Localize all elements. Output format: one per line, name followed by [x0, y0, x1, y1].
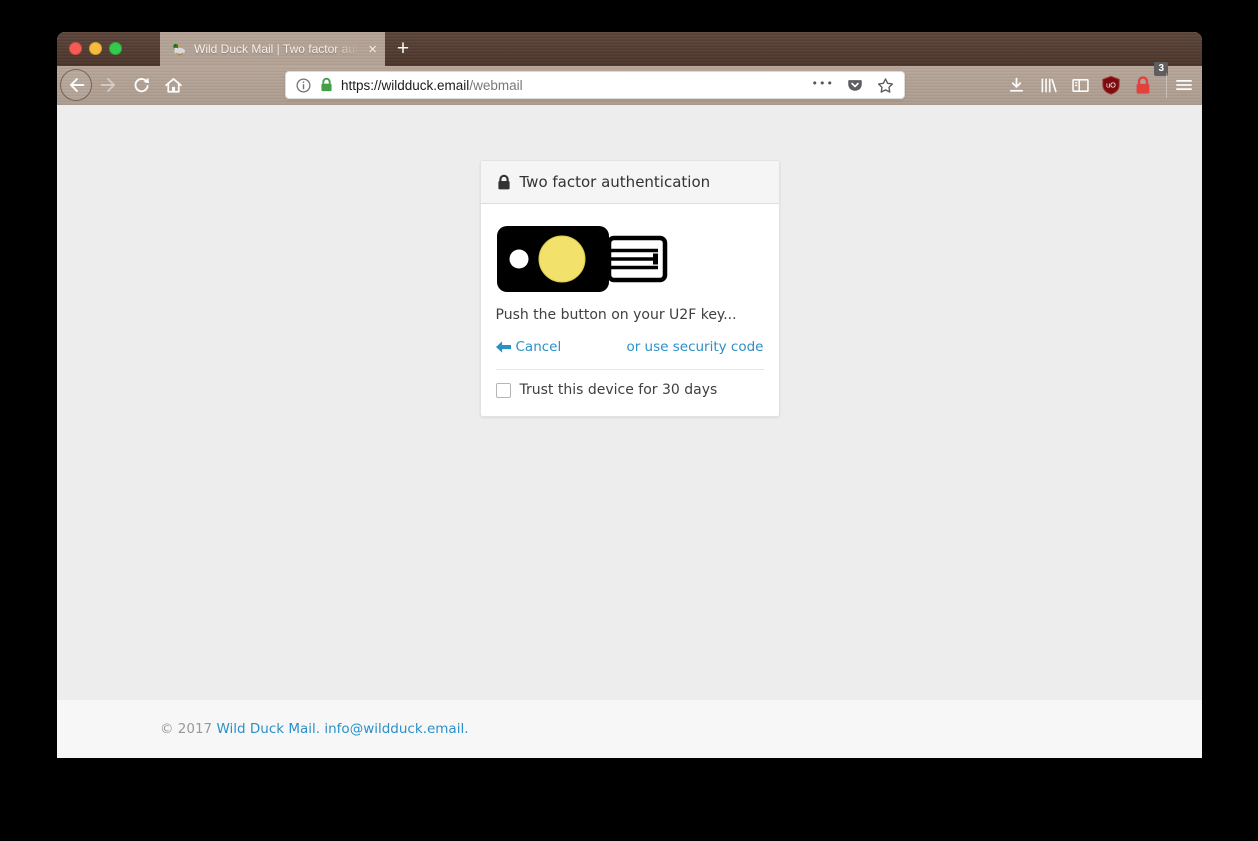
lock-extension-button[interactable]: 3	[1127, 69, 1159, 101]
lock-icon	[496, 174, 512, 191]
duck-favicon-icon	[171, 41, 187, 57]
minimize-window-button[interactable]	[89, 42, 102, 55]
back-arrow-icon	[65, 74, 87, 96]
tab-title: Wild Duck Mail | Two factor auth	[194, 42, 364, 56]
download-icon	[1006, 75, 1027, 96]
links-row: Cancel or use security code	[496, 339, 764, 355]
divider	[496, 369, 764, 370]
card-title: Two factor authentication	[520, 173, 711, 191]
card-body: Push the button on your U2F key... Cance…	[481, 204, 779, 416]
new-tab-button[interactable]: +	[388, 32, 418, 66]
cancel-link[interactable]: Cancel	[496, 339, 562, 355]
back-button[interactable]	[60, 69, 92, 101]
zoom-window-button[interactable]	[109, 42, 122, 55]
forward-button[interactable]	[93, 69, 125, 101]
ublock-label: uO	[1106, 80, 1116, 89]
pocket-icon[interactable]	[846, 76, 864, 94]
downloads-button[interactable]	[1000, 69, 1032, 101]
trust-device-checkbox[interactable]	[496, 383, 511, 398]
red-lock-icon	[1133, 75, 1153, 96]
home-icon	[163, 75, 184, 96]
copyright-text: © 2017	[160, 721, 212, 737]
bookmark-star-icon[interactable]	[876, 76, 895, 95]
back-arrow-icon	[496, 341, 511, 353]
u2f-key-image	[496, 225, 672, 293]
sidebar-icon	[1070, 75, 1091, 96]
use-security-code-link[interactable]: or use security code	[626, 339, 763, 355]
trust-device-row: Trust this device for 30 days	[496, 382, 764, 398]
site-info-icon[interactable]	[295, 77, 312, 94]
tab-close-icon[interactable]: ×	[368, 42, 377, 57]
push-message: Push the button on your U2F key...	[496, 307, 764, 323]
card-header: Two factor authentication	[481, 161, 779, 204]
ublock-origin-button[interactable]: uO	[1095, 69, 1127, 101]
forward-arrow-icon	[98, 74, 120, 96]
close-window-button[interactable]	[69, 42, 82, 55]
https-lock-icon[interactable]	[319, 77, 334, 93]
trust-device-label: Trust this device for 30 days	[520, 382, 718, 398]
window-controls	[69, 42, 122, 55]
ublock-shield-icon: uO	[1100, 74, 1122, 96]
home-button[interactable]	[157, 69, 189, 101]
library-button[interactable]	[1032, 69, 1064, 101]
menu-button[interactable]	[1168, 69, 1200, 101]
toolbar-separator	[1166, 73, 1167, 98]
hamburger-icon	[1174, 75, 1194, 95]
library-icon	[1038, 75, 1059, 96]
page-content: Two factor authentication Push the butto…	[57, 105, 1202, 758]
navigation-toolbar: https://wildduck.email/webmail •••	[57, 66, 1202, 105]
url-bar[interactable]: https://wildduck.email/webmail •••	[285, 71, 905, 99]
reload-button[interactable]	[125, 69, 157, 101]
page-actions-icon[interactable]: •••	[812, 78, 834, 93]
cancel-label: Cancel	[516, 339, 562, 355]
titlebar: Wild Duck Mail | Two factor auth × +	[57, 32, 1202, 66]
contact-email-link[interactable]: info@wildduck.email.	[324, 721, 468, 737]
url-host: https://wildduck.email	[341, 78, 469, 93]
brand-link[interactable]: Wild Duck Mail.	[216, 721, 320, 737]
site-footer: © 2017 Wild Duck Mail. info@wildduck.ema…	[57, 700, 1202, 758]
sidebar-toggle-button[interactable]	[1064, 69, 1096, 101]
browser-window: Wild Duck Mail | Two factor auth × +	[57, 32, 1202, 758]
tab-wild-duck-mail[interactable]: Wild Duck Mail | Two factor auth ×	[160, 32, 385, 66]
url-text[interactable]: https://wildduck.email/webmail	[341, 78, 805, 93]
two-factor-card: Two factor authentication Push the butto…	[480, 160, 780, 417]
url-path: /webmail	[469, 78, 522, 93]
reload-icon	[131, 75, 152, 96]
